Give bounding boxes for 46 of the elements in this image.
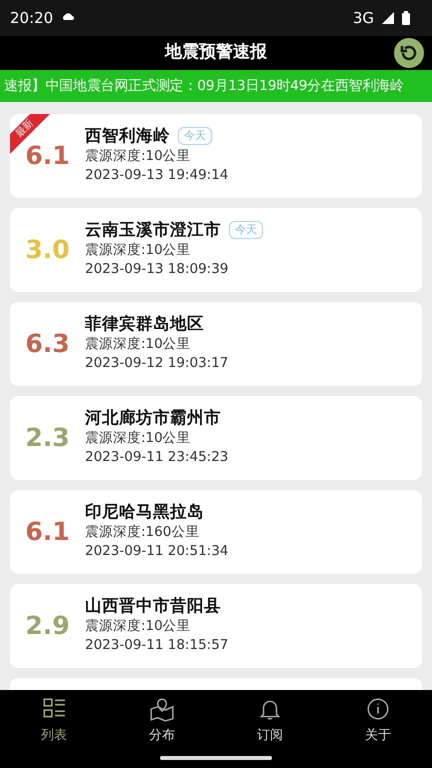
depth-text: 震源深度:10公里 bbox=[85, 334, 192, 354]
time-text: 2023-09-11 20:51:34 bbox=[85, 542, 228, 562]
depth-text: 震源深度:160公里 bbox=[85, 522, 200, 542]
quake-card[interactable]: 2.3 河北廊坊市霸州市 震源深度:10公里 2023-09-11 23:45:23 bbox=[10, 396, 422, 480]
today-tag: 今天 bbox=[229, 221, 263, 240]
place-name: 西智利海岭 bbox=[85, 126, 170, 147]
magnitude: 2.9 bbox=[24, 610, 71, 642]
signal-icon bbox=[382, 12, 394, 24]
magnitude: 6.1 bbox=[24, 516, 71, 548]
battery-icon bbox=[402, 11, 410, 25]
tab-button[interactable]: 关于 bbox=[324, 690, 432, 768]
magnitude: 6.1 bbox=[24, 140, 71, 172]
time-text: 2023-09-11 23:45:23 bbox=[85, 448, 228, 468]
time-text: 2023-09-13 19:49:14 bbox=[85, 166, 228, 186]
time-text: 2023-09-11 18:15:57 bbox=[85, 636, 228, 656]
depth-text: 震源深度:10公里 bbox=[85, 428, 192, 448]
quake-card[interactable]: 6.1 印尼哈马黑拉岛 震源深度:160公里 2023-09-11 20:51:34 bbox=[10, 490, 422, 574]
place-name: 山西晋中市昔阳县 bbox=[85, 596, 221, 617]
tab-button[interactable]: 列表 bbox=[0, 690, 108, 768]
place-name: 印尼哈马黑拉岛 bbox=[85, 502, 204, 523]
today-tag: 今天 bbox=[178, 127, 212, 146]
magnitude: 6.3 bbox=[24, 328, 71, 360]
magnitude: 3.0 bbox=[24, 234, 71, 266]
depth-text: 震源深度:10公里 bbox=[85, 616, 192, 636]
depth-text: 震源深度:10公里 bbox=[85, 240, 192, 260]
info-icon bbox=[365, 696, 391, 722]
refresh-icon[interactable] bbox=[394, 38, 424, 68]
magnitude: 2.3 bbox=[24, 422, 71, 454]
network-label: 3G bbox=[352, 8, 374, 29]
place-name: 云南玉溪市澄江市 bbox=[85, 220, 221, 241]
status-time: 20:20 bbox=[10, 8, 54, 29]
quake-card[interactable]: 2.9 山西晋中市昔阳县 震源深度:10公里 2023-09-11 18:15:57 bbox=[10, 584, 422, 668]
map-pin-icon bbox=[149, 696, 175, 722]
place-name: 菲律宾群岛地区 bbox=[85, 314, 204, 335]
quake-card[interactable]: 6.3 菲律宾群岛地区 震源深度:10公里 2023-09-12 19:03:17 bbox=[10, 302, 422, 386]
app-title: 地震预警速报 bbox=[165, 41, 267, 64]
depth-text: 震源深度:10公里 bbox=[85, 146, 192, 166]
quake-card[interactable]: 3.0 云南玉溪市澄江市 今天 震源深度:10公里 2023-09-13 18:09:39 bbox=[10, 208, 422, 292]
quake-card[interactable]: 最新 6.1 西智利海岭 今天 震源深度:10公里 2023-09-13 19:49:14 bbox=[10, 114, 422, 198]
tab-button[interactable]: 分布 bbox=[108, 690, 216, 768]
news-ticker: 速报】中国地震台网正式测定：09月13日19时49分在西智利海岭 bbox=[4, 76, 404, 96]
place-name: 河北廊坊市霸州市 bbox=[85, 408, 221, 429]
time-text: 2023-09-12 19:03:17 bbox=[85, 354, 228, 374]
tab-button[interactable]: 订阅 bbox=[216, 690, 324, 768]
cloud-icon bbox=[61, 13, 76, 23]
time-text: 2023-09-13 18:09:39 bbox=[85, 260, 230, 280]
